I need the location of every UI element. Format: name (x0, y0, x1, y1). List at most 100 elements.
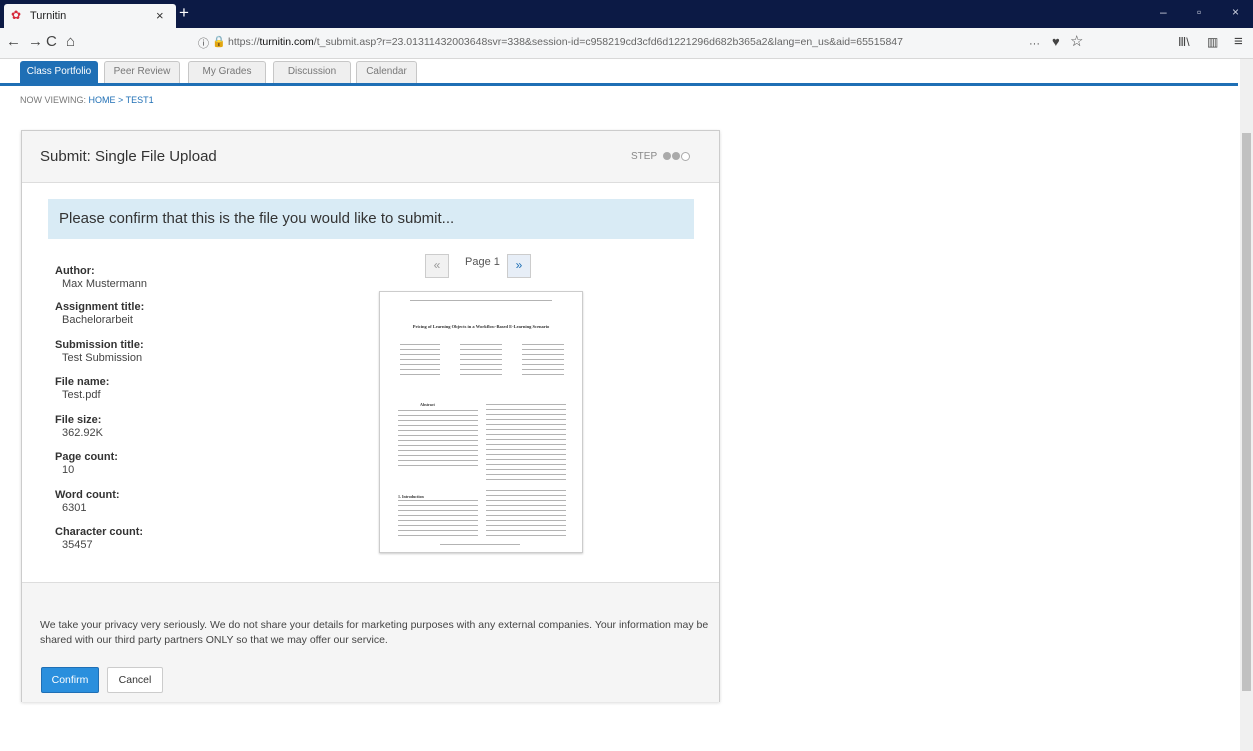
meta-file-size: File size: 362.92K (55, 414, 103, 439)
url-bar[interactable]: ⓘ 🔒 https://turnitin.com/t_submit.asp?r=… (198, 31, 1198, 54)
sidebar-icon[interactable]: ▥ (1207, 34, 1218, 50)
preview-line (486, 459, 566, 460)
meta-key: Author: (55, 265, 95, 277)
preview-line (398, 425, 478, 426)
preview-line (398, 460, 478, 461)
reload-icon[interactable]: C (46, 34, 57, 50)
preview-line (486, 520, 566, 521)
meta-key: Submission title: (55, 339, 144, 351)
scrollbar-thumb[interactable] (1242, 133, 1251, 691)
preview-line (486, 434, 566, 435)
meta-page-count: Page count: 10 (55, 451, 118, 476)
preview-line (460, 354, 502, 355)
preview-line (398, 430, 478, 431)
meta-key: Word count: (55, 489, 120, 501)
preview-line (486, 419, 566, 420)
back-icon[interactable]: ← (6, 34, 21, 50)
preview-line (440, 544, 520, 545)
page-scrollbar[interactable] (1240, 59, 1253, 751)
step-dot-icon (671, 152, 680, 161)
preview-line (486, 444, 566, 445)
prev-page-button[interactable]: « (425, 254, 449, 278)
preview-line (398, 440, 478, 441)
library-icon[interactable]: Ⅲ\ (1178, 34, 1190, 50)
meta-character-count: Character count: 35457 (55, 526, 143, 551)
preview-line (486, 424, 566, 425)
breadcrumb-home-link[interactable]: HOME (89, 95, 116, 105)
minimize-icon[interactable]: – (1160, 5, 1167, 19)
preview-line (400, 344, 440, 345)
preview-line (460, 369, 502, 370)
menu-icon[interactable]: ≡ (1234, 34, 1243, 50)
home-icon[interactable]: ⌂ (66, 34, 75, 50)
meta-assignment-title: Assignment title: Bachelorarbeit (55, 301, 144, 326)
preview-line (522, 349, 564, 350)
preview-line (486, 505, 566, 506)
preview-line (486, 469, 566, 470)
lock-icon: 🔒 (212, 36, 226, 48)
preview-line (400, 354, 440, 355)
tab-calendar[interactable]: Calendar (356, 61, 417, 83)
confirm-button[interactable]: Confirm (41, 667, 99, 693)
preview-line (460, 349, 502, 350)
meta-value: 362.92K (62, 427, 103, 439)
meta-key: File name: (55, 376, 110, 388)
panel-header: Submit: Single File Upload STEP (22, 131, 719, 183)
tab-close-icon[interactable]: × (156, 8, 164, 23)
tab-title: Turnitin (30, 10, 67, 22)
course-tabs: Class Portfolio Peer Review My Grades Di… (0, 59, 1238, 86)
preview-line (486, 429, 566, 430)
forward-icon[interactable]: → (28, 34, 43, 50)
meta-key: Character count: (55, 526, 144, 538)
preview-line (460, 374, 502, 375)
browser-titlebar: ✿ Turnitin × + – ▫ × (0, 0, 1253, 28)
page-label: Page 1 (465, 256, 500, 268)
url-text[interactable]: https://turnitin.com/t_submit.asp?r=23.0… (228, 36, 903, 48)
preview-line (398, 530, 478, 531)
cancel-button[interactable]: Cancel (107, 667, 163, 693)
confirm-message-box: Please confirm that this is the file you… (48, 199, 694, 239)
close-window-icon[interactable]: × (1232, 5, 1239, 19)
meta-value: Bachelorarbeit (62, 314, 133, 326)
pocket-icon[interactable]: ♥ (1052, 34, 1060, 50)
tab-discussion[interactable]: Discussion (273, 61, 351, 83)
preview-line (486, 535, 566, 536)
privacy-notice: We take your privacy very seriously. We … (40, 619, 709, 646)
meta-key: File size: (55, 414, 102, 426)
preview-line (486, 495, 566, 496)
meta-submission-title: Submission title: Test Submission (55, 339, 144, 364)
step-label: STEP (631, 151, 657, 162)
restore-icon[interactable]: ▫ (1197, 5, 1201, 19)
meta-author: Author: Max Mustermann (55, 265, 147, 290)
preview-line (460, 344, 502, 345)
bookmark-icon[interactable]: ☆ (1070, 34, 1083, 50)
preview-line (486, 474, 566, 475)
info-icon[interactable]: ⓘ (198, 35, 209, 51)
preview-line (486, 510, 566, 511)
step-dot-empty-icon (680, 151, 690, 161)
tab-class-portfolio[interactable]: Class Portfolio (20, 61, 98, 83)
page-actions-icon[interactable]: ··· (1029, 36, 1040, 52)
preview-line (486, 414, 566, 415)
next-page-button[interactable]: » (507, 254, 531, 278)
preview-line (460, 359, 502, 360)
tab-my-grades[interactable]: My Grades (188, 61, 266, 83)
preview-line (522, 359, 564, 360)
preview-line (398, 525, 478, 526)
turnitin-favicon-icon: ✿ (11, 8, 22, 22)
browser-tab[interactable]: ✿ Turnitin × (4, 4, 176, 28)
preview-line (486, 500, 566, 501)
preview-line (410, 300, 552, 301)
meta-value: 10 (62, 464, 75, 476)
panel-title: Submit: Single File Upload (40, 148, 217, 165)
preview-line (486, 409, 566, 410)
preview-line (486, 515, 566, 516)
tab-peer-review[interactable]: Peer Review (104, 61, 180, 83)
meta-key: Assignment title: (55, 301, 145, 313)
new-tab-icon[interactable]: + (179, 3, 189, 23)
preview-line (400, 374, 440, 375)
breadcrumb-current[interactable]: TEST1 (126, 95, 154, 105)
preview-line (486, 404, 566, 405)
meta-value: Test Submission (62, 352, 143, 364)
meta-value: 6301 (62, 502, 87, 514)
